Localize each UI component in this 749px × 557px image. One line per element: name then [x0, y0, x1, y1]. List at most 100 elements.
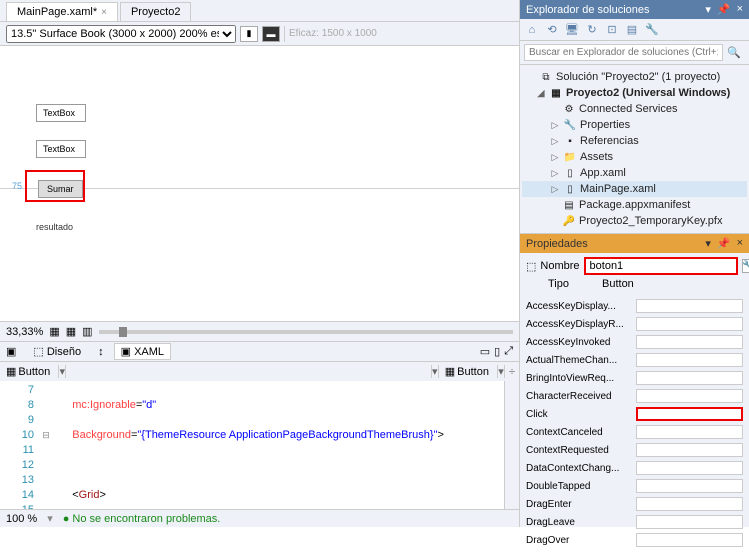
back-icon[interactable]: ⟲ — [544, 22, 560, 38]
split-v-icon[interactable]: ▯ — [494, 345, 500, 358]
document-tabs: MainPage.xaml* × Proyecto2 — [0, 0, 519, 22]
canvas-textbox2[interactable]: TextBox — [36, 140, 86, 158]
device-select[interactable]: 13.5" Surface Book (3000 x 2000) 200% es… — [6, 25, 236, 43]
sync-icon[interactable]: 🖥 — [564, 22, 580, 38]
code-content[interactable]: mc:Ignorable="d" Background="{ThemeResou… — [52, 381, 504, 516]
breadcrumb-more-icon[interactable]: ÷ — [505, 366, 519, 378]
prop-row[interactable]: DataContextChang... — [520, 459, 749, 477]
tree-solution-root[interactable]: ⧉Solución "Proyecto2" (1 proyecto) — [522, 69, 747, 85]
solution-search: 🔍 — [520, 41, 749, 65]
home-icon[interactable]: ⌂ — [524, 22, 540, 38]
close-icon[interactable]: × — [101, 7, 107, 18]
tab-label: MainPage.xaml* — [17, 6, 97, 18]
prop-row[interactable]: AccessKeyDisplayR... — [520, 315, 749, 333]
show-all-icon[interactable]: ▤ — [624, 22, 640, 38]
properties-icon[interactable]: 🔧 — [644, 22, 660, 38]
breadcrumb-dd-left[interactable]: ▾ — [58, 365, 66, 378]
prop-row[interactable]: DragLeave — [520, 513, 749, 531]
prop-row[interactable]: ContextRequested — [520, 441, 749, 459]
split-h-icon[interactable]: ▭ — [480, 345, 490, 358]
cols-icon[interactable]: ▥ — [82, 325, 92, 338]
tree-connected-services[interactable]: ⚙Connected Services — [522, 101, 747, 117]
collapse-all-icon[interactable]: ⊡ — [604, 22, 620, 38]
fold-column[interactable]: ⊟ — [40, 381, 52, 516]
breadcrumb-dd-mid[interactable]: ▾ — [431, 365, 439, 378]
tree-assets[interactable]: ▷📁Assets — [522, 149, 747, 165]
properties-list[interactable]: AccessKeyDisplay... AccessKeyDisplayR...… — [520, 297, 749, 557]
scale-hint: Eficaz: 1500 x 1000 — [289, 28, 377, 39]
prop-row[interactable]: ActualThemeChan... — [520, 351, 749, 369]
pin-icon[interactable]: 📌 — [717, 3, 731, 16]
prop-row[interactable]: DragEnter — [520, 495, 749, 513]
name-input[interactable] — [584, 257, 738, 275]
xaml-breadcrumb: ▦ Button ▾ ▾ ▦ Button ▾ ÷ — [0, 361, 519, 381]
dropdown-icon[interactable]: ▾ — [705, 237, 711, 250]
orientation-landscape-icon[interactable]: ▬ — [262, 26, 280, 42]
prop-row[interactable]: ContextCanceled — [520, 423, 749, 441]
type-value: Button — [602, 278, 634, 290]
side-panels: Explorador de soluciones ▾ 📌 × ⌂ ⟲ 🖥 ↻ ⊡… — [520, 0, 749, 527]
status-zoom[interactable]: 100 % — [6, 513, 37, 525]
status-bar: 100 % ▾ ● No se encontraron problemas. — [0, 509, 519, 527]
close-icon[interactable]: × — [737, 237, 743, 250]
editor-area: MainPage.xaml* × Proyecto2 13.5" Surface… — [0, 0, 520, 527]
breadcrumb-left[interactable]: ▦ Button — [0, 363, 58, 380]
tab-proyecto2[interactable]: Proyecto2 — [120, 2, 192, 21]
properties-title: Propiedades ▾ 📌 × — [520, 234, 749, 253]
properties-panel: Propiedades ▾ 📌 × ⬚ Nombre 🔧 ⚡ Tipo Butt… — [520, 233, 749, 557]
prop-row[interactable]: AccessKeyDisplay... — [520, 297, 749, 315]
status-problems[interactable]: ● No se encontraron problemas. — [63, 513, 221, 525]
ruler-x-label: 75 — [12, 181, 22, 191]
dropdown-icon[interactable]: ▾ — [705, 3, 711, 16]
tree-referencias[interactable]: ▷▪Referencias — [522, 133, 747, 149]
solution-tree[interactable]: ⧉Solución "Proyecto2" (1 proyecto) ◢▦Pro… — [520, 65, 749, 233]
breadcrumb-right[interactable]: ▦ Button — [439, 363, 497, 380]
tab-mainpage[interactable]: MainPage.xaml* × — [6, 2, 118, 21]
solution-explorer-toolbar: ⌂ ⟲ 🖥 ↻ ⊡ ▤ 🔧 — [520, 19, 749, 41]
swap-icon[interactable]: ↕ — [98, 346, 104, 358]
zoom-value: 33,33% — [6, 326, 43, 338]
expand-icon[interactable]: ⤢ — [504, 345, 513, 358]
search-icon[interactable]: 🔍 — [723, 46, 745, 59]
prop-row[interactable]: AccessKeyInvoked — [520, 333, 749, 351]
canvas-textblock-resultado[interactable]: resultado — [36, 222, 73, 232]
collapse-icon[interactable]: ▣ — [6, 345, 16, 358]
prop-row[interactable]: DragOver — [520, 531, 749, 549]
solution-explorer-title: Explorador de soluciones ▾ 📌 × — [520, 0, 749, 19]
tree-app-xaml[interactable]: ▷▯App.xaml — [522, 165, 747, 181]
orientation-portrait-icon[interactable]: ▮ — [240, 26, 258, 42]
tab-design[interactable]: ⬚ Diseño — [26, 343, 88, 360]
design-surface[interactable]: 200 TextBox TextBox 75 Sumar resultado — [0, 46, 519, 321]
line-gutter: 789 101112 131415 161718 19 — [0, 381, 40, 516]
properties-header: ⬚ Nombre 🔧 ⚡ Tipo Button — [520, 253, 749, 297]
prop-row-click[interactable]: Click — [520, 405, 749, 423]
split-view-tabs: ▣ ⬚ Diseño ↕ ▣ XAML ▭ ▯ ⤢ — [0, 341, 519, 361]
prop-row[interactable]: BringIntoViewReq... — [520, 369, 749, 387]
prop-row[interactable]: CharacterReceived — [520, 387, 749, 405]
type-label: Tipo — [548, 278, 598, 290]
canvas-textbox1[interactable]: TextBox — [36, 104, 86, 122]
tree-project[interactable]: ◢▦Proyecto2 (Universal Windows) — [522, 85, 747, 101]
xaml-code-editor[interactable]: 789 101112 131415 161718 19 ⊟ mc:Ignorab… — [0, 381, 519, 516]
code-scrollbar[interactable] — [504, 381, 519, 516]
element-icon: ⬚ — [526, 260, 536, 273]
tree-package-manifest[interactable]: ▤Package.appxmanifest — [522, 197, 747, 213]
close-icon[interactable]: × — [737, 3, 743, 16]
tree-temporary-key[interactable]: 🔑Proyecto2_TemporaryKey.pfx — [522, 213, 747, 229]
grid2-icon[interactable]: ▦ — [66, 325, 76, 338]
tab-xaml[interactable]: ▣ XAML — [114, 343, 171, 360]
canvas-button-sumar[interactable]: Sumar — [38, 180, 83, 198]
prop-row[interactable]: DoubleTapped — [520, 477, 749, 495]
pin-icon[interactable]: 📌 — [717, 237, 731, 250]
search-input[interactable] — [524, 44, 723, 61]
name-label: Nombre — [540, 260, 579, 272]
tab-label: Proyecto2 — [131, 6, 181, 18]
zoom-slider[interactable] — [99, 330, 513, 334]
grid-icon[interactable]: ▦ — [49, 325, 59, 338]
breadcrumb-dd-right[interactable]: ▾ — [497, 365, 505, 378]
designer-toolbar: 13.5" Surface Book (3000 x 2000) 200% es… — [0, 22, 519, 46]
tree-mainpage-xaml[interactable]: ▷▯MainPage.xaml — [522, 181, 747, 197]
tree-properties[interactable]: ▷🔧Properties — [522, 117, 747, 133]
wrench-icon[interactable]: 🔧 — [742, 259, 749, 273]
refresh-icon[interactable]: ↻ — [584, 22, 600, 38]
